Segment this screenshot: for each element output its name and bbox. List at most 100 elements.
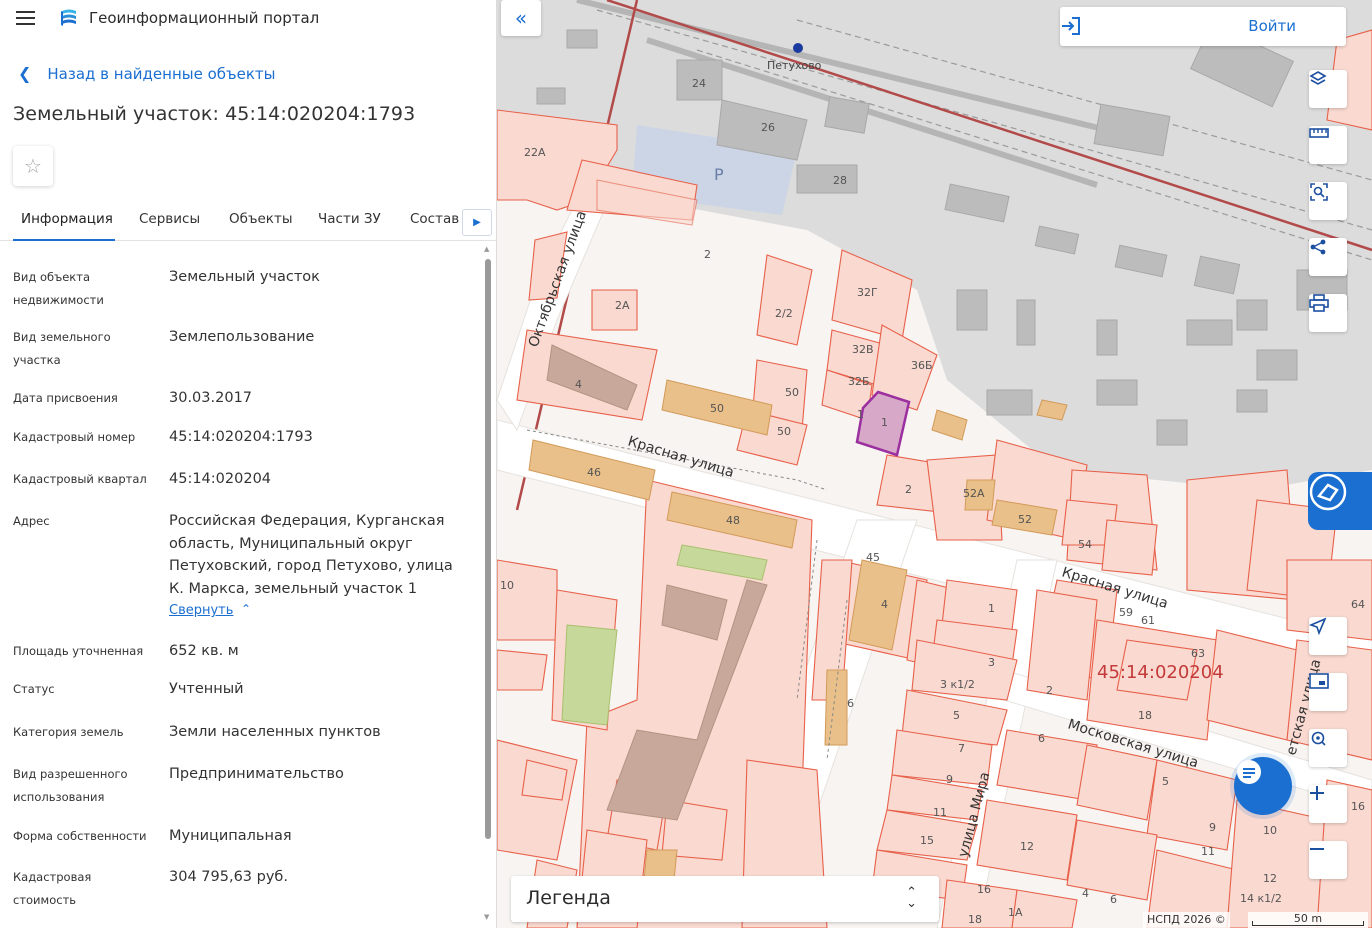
map-attribution: НСПД 2026 ©: [1143, 912, 1230, 928]
svg-text:50: 50: [710, 402, 724, 415]
svg-text:52: 52: [1018, 513, 1032, 526]
info-value: 30.03.2017: [169, 390, 253, 406]
object-panel: Геоинформационный портал ❮ Назад в найде…: [0, 0, 497, 928]
collapse-link[interactable]: Свернуть: [169, 603, 233, 618]
info-value: Предпринимательство: [169, 766, 344, 782]
svg-text:3: 3: [988, 656, 995, 669]
chat-button[interactable]: [1234, 757, 1292, 815]
minimap-icon: [1309, 673, 1329, 689]
info-label: Категория земель: [13, 725, 124, 739]
svg-text:9: 9: [1209, 821, 1216, 834]
info-label: Площадь уточненная: [13, 644, 144, 658]
svg-text:9: 9: [946, 773, 953, 786]
chat-icon: [1237, 760, 1261, 784]
back-link-label: Назад в найденные объекты: [47, 64, 276, 83]
external-service-icon: [1309, 473, 1347, 511]
quarter-label: 45:14:020204: [1097, 662, 1224, 683]
svg-text:2/2: 2/2: [775, 307, 793, 320]
svg-text:1А: 1А: [1008, 906, 1023, 919]
locate-button[interactable]: [1309, 617, 1347, 655]
tab-services[interactable]: Сервисы: [139, 211, 200, 227]
info-label: Вид земельного участка: [13, 330, 111, 367]
chevron-up-icon[interactable]: ⌃: [241, 602, 251, 616]
search-location-button[interactable]: [1309, 729, 1347, 767]
info-label: Кадастровый номер: [13, 430, 136, 444]
svg-text:36Б: 36Б: [911, 359, 933, 372]
info-value: Земельный участок: [169, 269, 320, 285]
svg-text:2: 2: [704, 248, 711, 261]
svg-text:3 к1/2: 3 к1/2: [940, 678, 975, 691]
back-link[interactable]: ❮ Назад в найденные объекты: [18, 64, 276, 83]
map-view[interactable]: Петухово Октябрьская улица Красная улица…: [497, 0, 1372, 928]
zoom-out-button[interactable]: [1309, 841, 1347, 879]
svg-text:15: 15: [920, 834, 934, 847]
layers-icon: [1309, 71, 1327, 85]
print-icon: [1309, 294, 1329, 312]
external-service-button[interactable]: [1308, 472, 1372, 530]
scroll-up-icon[interactable]: ▲: [484, 245, 489, 253]
area-search-button[interactable]: [1309, 182, 1347, 220]
tab-composition[interactable]: Состав: [410, 211, 459, 227]
login-button[interactable]: Войти: [1060, 7, 1346, 46]
svg-text:11: 11: [933, 806, 947, 819]
scale-bar: 50 m: [1248, 912, 1368, 928]
scroll-down-icon[interactable]: ▼: [484, 913, 489, 921]
svg-text:2А: 2А: [615, 299, 630, 312]
minimap-button[interactable]: [1309, 673, 1347, 711]
panel-scrollbar[interactable]: ▲ ▼: [483, 245, 493, 928]
svg-text:16: 16: [977, 883, 991, 896]
print-button[interactable]: [1309, 294, 1347, 332]
svg-text:10: 10: [1263, 824, 1277, 837]
svg-text:4: 4: [1082, 887, 1089, 900]
info-label: Адрес: [13, 514, 50, 528]
info-label: Вид объекта недвижимости: [13, 270, 104, 307]
svg-text:28: 28: [833, 174, 847, 187]
svg-text:32Б: 32Б: [848, 375, 870, 388]
login-icon: [1062, 17, 1080, 35]
parking-label: P: [714, 165, 724, 184]
svg-text:26: 26: [761, 121, 775, 134]
svg-text:16: 16: [1351, 800, 1365, 813]
station-marker[interactable]: [793, 43, 803, 53]
svg-text:6: 6: [1038, 732, 1045, 745]
info-value: 45:14:020204:1793: [169, 429, 313, 445]
measure-button[interactable]: [1309, 126, 1347, 164]
plus-icon: [1310, 786, 1324, 800]
svg-text:32В: 32В: [852, 343, 874, 356]
ruler-icon: [1309, 128, 1329, 138]
layers-button[interactable]: [1309, 70, 1347, 108]
collapse-panel-button[interactable]: «: [501, 0, 541, 36]
scrollbar-thumb[interactable]: [485, 259, 491, 839]
chevron-left-icon: ❮: [18, 64, 32, 83]
app-header: Геоинформационный портал: [0, 0, 496, 38]
svg-text:12: 12: [1020, 840, 1034, 853]
menu-icon[interactable]: [16, 11, 35, 25]
svg-text:46: 46: [587, 466, 601, 479]
tab-objects[interactable]: Объекты: [229, 211, 292, 227]
svg-text:18: 18: [968, 913, 982, 926]
tab-parts[interactable]: Части ЗУ: [318, 211, 381, 227]
svg-text:10: 10: [500, 579, 514, 592]
svg-text:4: 4: [575, 378, 582, 391]
svg-text:6: 6: [1110, 893, 1117, 906]
svg-text:1: 1: [881, 416, 888, 429]
scale-bar-line: [1252, 921, 1364, 926]
svg-text:63: 63: [1191, 647, 1205, 660]
svg-text:5: 5: [1162, 775, 1169, 788]
tab-information[interactable]: Информация: [21, 211, 113, 227]
svg-text:1: 1: [988, 602, 995, 615]
minus-icon: [1310, 848, 1324, 850]
app-title: Геоинформационный портал: [89, 9, 320, 27]
legend-select[interactable]: Легенда ⌃ ⌄: [511, 876, 939, 922]
svg-text:52А: 52А: [963, 487, 985, 500]
svg-text:48: 48: [726, 514, 740, 527]
select-area-icon: [1310, 183, 1328, 201]
svg-text:14 к1/2: 14 к1/2: [1240, 892, 1282, 905]
navigation-arrow-icon: [1309, 617, 1327, 635]
favorite-star-icon[interactable]: ☆: [13, 146, 53, 186]
share-button[interactable]: [1309, 238, 1347, 276]
svg-text:1: 1: [857, 408, 864, 421]
zoom-in-button[interactable]: [1309, 785, 1347, 823]
tabs-scroll-right-icon[interactable]: ▶: [462, 209, 492, 236]
svg-text:12: 12: [1263, 872, 1277, 885]
